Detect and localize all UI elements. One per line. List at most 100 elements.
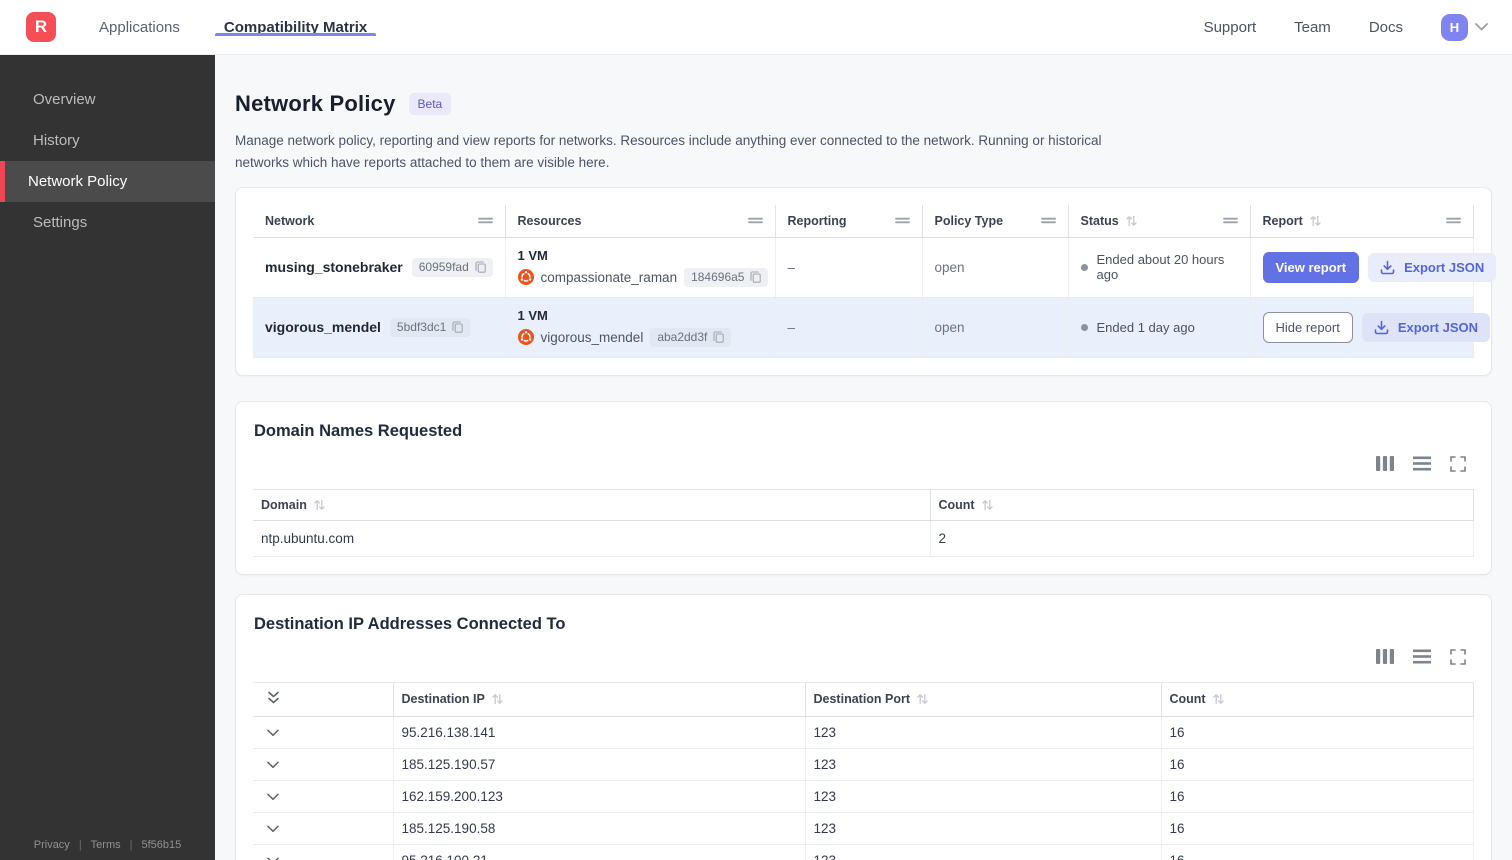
col-header-network[interactable]: Network — [253, 204, 506, 238]
network-row: musing_stonebraker 60959fad 1 VM compassio… — [253, 237, 1497, 298]
tab-compatibility-matrix[interactable]: Compatibility Matrix — [214, 18, 377, 36]
column-menu-icon[interactable] — [894, 216, 910, 225]
page-description: Manage network policy, reporting and vie… — [235, 133, 1102, 170]
sort-icon[interactable] — [1212, 693, 1224, 705]
col-header-expand-all[interactable] — [253, 682, 394, 717]
fullscreen-icon[interactable] — [1450, 455, 1466, 472]
count-value: 16 — [1161, 780, 1474, 813]
fullscreen-icon[interactable] — [1450, 648, 1466, 665]
resource-id-pill: 184696a5 — [684, 267, 769, 287]
sort-icon[interactable] — [1310, 215, 1321, 227]
destination-port-value: 123 — [805, 844, 1162, 860]
sidebar-item-settings[interactable]: Settings — [0, 202, 215, 243]
view-report-button[interactable]: View report — [1262, 251, 1360, 283]
export-json-label: Export JSON — [1397, 319, 1478, 335]
sidebar-item-network-policy[interactable]: Network Policy — [0, 161, 215, 202]
sidebar-item-label: Network Policy — [28, 173, 128, 190]
col-header-count[interactable]: Count — [930, 489, 1474, 521]
app-logo[interactable]: R — [26, 12, 56, 42]
sidebar: Overview History Network Policy Settings… — [0, 55, 215, 860]
col-header-status[interactable]: Status — [1068, 204, 1251, 238]
row-expand-chevron-icon[interactable] — [267, 761, 279, 769]
column-menu-icon[interactable] — [1446, 216, 1461, 225]
network-name: vigorous_mendel — [265, 319, 381, 336]
row-density-icon[interactable] — [1413, 649, 1431, 664]
col-label: Reporting — [787, 213, 847, 228]
sidebar-item-history[interactable]: History — [0, 120, 215, 161]
col-header-domain[interactable]: Domain — [253, 489, 931, 521]
copy-icon[interactable] — [452, 321, 464, 333]
column-menu-icon[interactable] — [1222, 216, 1238, 225]
col-header-reporting[interactable]: Reporting — [775, 204, 923, 238]
col-header-destination-ip[interactable]: Destination IP — [393, 682, 806, 717]
columns-icon[interactable] — [1376, 456, 1394, 472]
columns-icon[interactable] — [1376, 649, 1394, 665]
count-value: 16 — [1161, 812, 1474, 845]
status-text: Ended 1 day ago — [1096, 319, 1195, 335]
destination-ip-value: 185.125.190.57 — [393, 748, 806, 781]
column-menu-icon[interactable] — [477, 216, 493, 225]
row-density-icon[interactable] — [1413, 456, 1431, 471]
sort-icon[interactable] — [917, 693, 928, 705]
table-toolbar — [253, 648, 1474, 665]
column-menu-icon[interactable] — [747, 216, 763, 225]
row-expand-chevron-icon[interactable] — [267, 793, 279, 801]
count-value: 16 — [1161, 748, 1474, 781]
footer-divider: | — [78, 839, 82, 851]
tab-applications[interactable]: Applications — [90, 19, 189, 36]
avatar: H — [1441, 13, 1468, 41]
hide-report-button[interactable]: Hide report — [1262, 311, 1353, 343]
policy-type-value: open — [922, 297, 1069, 358]
nav-link-team[interactable]: Team — [1294, 19, 1331, 36]
col-label: Status — [1080, 213, 1119, 228]
table-toolbar — [253, 455, 1474, 472]
col-header-policy-type[interactable]: Policy Type — [922, 204, 1069, 238]
user-menu[interactable]: H — [1441, 13, 1488, 41]
tab-applications-label: Applications — [99, 18, 180, 36]
count-value: 16 — [1161, 716, 1474, 749]
policy-type-value: open — [922, 237, 1069, 298]
ubuntu-icon — [517, 329, 534, 346]
row-expand-chevron-icon[interactable] — [267, 825, 279, 833]
destination-port-value: 123 — [805, 716, 1162, 749]
col-header-resources[interactable]: Resources — [505, 204, 776, 238]
networks-card: Network Resources Reporting Policy Type … — [235, 186, 1497, 376]
sidebar-item-overview[interactable]: Overview — [0, 79, 215, 120]
chevron-down-icon — [1475, 23, 1488, 31]
copy-icon[interactable] — [475, 261, 486, 273]
nav-link-support[interactable]: Support — [1204, 19, 1257, 36]
network-row-selected: vigorous_mendel 5bdf3dc1 1 VM vigorous_men… — [253, 297, 1490, 358]
domain-names-card: Domain Names Requested Domain Count ntp.… — [235, 400, 1492, 575]
networks-table: Network Resources Reporting Policy Type … — [253, 204, 1497, 358]
col-label: Policy Type — [934, 213, 1004, 228]
copy-icon[interactable] — [713, 331, 725, 343]
col-label: Network — [265, 213, 315, 228]
row-expand-chevron-icon[interactable] — [267, 729, 279, 737]
column-menu-icon[interactable] — [1040, 216, 1056, 225]
export-json-button[interactable]: Export JSON — [1368, 252, 1497, 282]
tab-compatibility-matrix-label: Compatibility Matrix — [223, 18, 368, 36]
sort-icon[interactable] — [981, 499, 993, 511]
main-content: Network Policy Beta Manage network polic… — [215, 55, 1512, 860]
destination-port-value: 123 — [805, 780, 1162, 813]
terms-link[interactable]: Terms — [91, 839, 121, 851]
col-header-report[interactable]: Report — [1250, 204, 1474, 238]
count-value: 2 — [930, 520, 1474, 557]
sort-icon[interactable] — [1126, 215, 1137, 227]
card-title: Destination IP Addresses Connected To — [254, 614, 566, 633]
privacy-link[interactable]: Privacy — [34, 839, 70, 851]
sort-icon[interactable] — [492, 693, 503, 705]
col-label: Count — [1169, 692, 1206, 707]
col-header-count[interactable]: Count — [1161, 682, 1474, 717]
sort-icon[interactable] — [314, 499, 325, 511]
sidebar-item-label: Settings — [33, 214, 88, 231]
double-chevron-down-icon[interactable] — [267, 691, 280, 705]
network-id-pill: 5bdf3dc1 — [389, 317, 471, 337]
export-json-button[interactable]: Export JSON — [1361, 312, 1490, 342]
network-id: 5bdf3dc1 — [396, 320, 447, 335]
nav-link-docs[interactable]: Docs — [1369, 19, 1403, 36]
col-header-destination-port[interactable]: Destination Port — [805, 682, 1162, 717]
col-label: Count — [938, 497, 975, 512]
reporting-value: – — [775, 297, 923, 358]
copy-icon[interactable] — [750, 271, 762, 283]
